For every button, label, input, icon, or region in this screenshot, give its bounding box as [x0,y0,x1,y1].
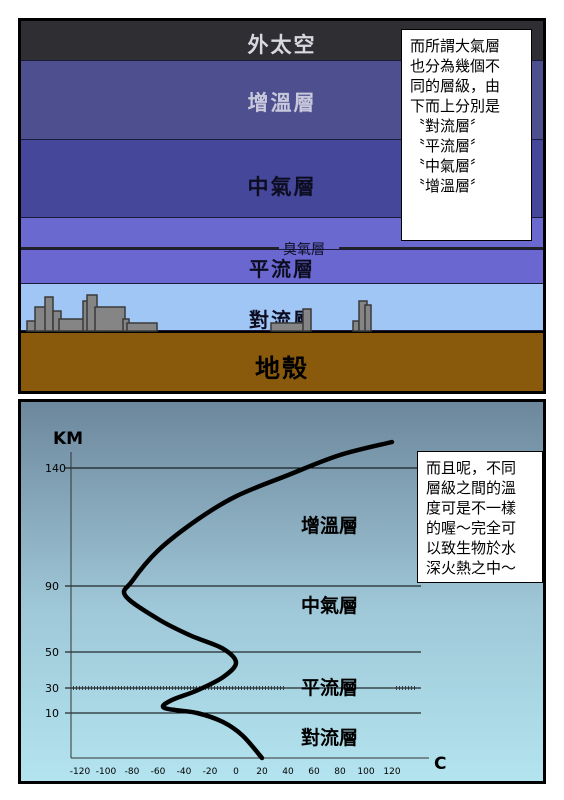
caption-line: 度可是不一樣 [426,499,517,517]
layer-label-mesosphere: 中氣層 [301,594,358,617]
x-tick-label: 120 [383,767,400,777]
x-tick-label: 40 [282,767,294,777]
x-tick-label: 60 [308,767,320,777]
caption-line: 而且呢，不同 [426,459,517,477]
x-tick-label: -100 [96,767,117,777]
caption-line: 同的層級，由 [410,77,501,95]
caption-line: 〝中氣層〞 [410,157,486,175]
layer-label-stratosphere: 平流層 [301,676,358,699]
x-tick-label: -60 [151,767,166,777]
caption-line: 也分為幾個不 [410,57,501,75]
x-tick-label: -20 [203,767,218,777]
caption-line: 下而上分別是 [410,97,501,115]
x-tick-label: 20 [256,767,268,777]
caption-box-layers: 而所謂大氣層 也分為幾個不 同的層級，由 下而上分別是 〝對流層〞 〝平流層〞 … [401,29,532,241]
temperature-altitude-panel: KM C 140 90 50 30 10 -120 -100 -80 -60 -40 -20 0 20 4… [18,399,546,784]
atmosphere-layers-panel: 外太空 增溫層 中氣層 平流層 對流層 地殼 臭氧層 而所謂大氣層 也分為幾個不… [18,18,546,394]
layer-label-troposphere: 對流層 [301,726,358,749]
x-axis-unit-label: C [434,754,446,774]
y-tick-label: 50 [45,646,59,659]
caption-line: 〝增溫層〞 [410,177,486,195]
y-tick-label: 140 [45,462,66,475]
x-tick-label: -40 [177,767,192,777]
x-tick-label: -120 [70,767,91,777]
x-tick-label: -80 [125,767,140,777]
x-tick-label: 100 [357,767,374,777]
caption-line: 深火熱之中～ [426,559,517,577]
y-axis-unit-label: KM [53,429,83,449]
caption-line: 層級之間的溫 [426,479,517,497]
caption-box-temperature: 而且呢，不同 層級之間的溫 度可是不一樣 的喔～完全可 以致生物於水 深火熱之中… [417,451,543,583]
caption-line: 以致生物於水 [426,539,517,557]
caption-line: 〝平流層〞 [410,137,486,155]
caption-line: 而所謂大氣層 [410,37,501,55]
y-tick-label: 30 [45,682,59,695]
x-tick-label: 80 [334,767,346,777]
y-tick-label: 90 [45,580,59,593]
caption-line: 〝對流層〞 [410,117,486,135]
x-tick-label: 0 [233,767,239,777]
caption-line: 的喔～完全可 [426,519,517,537]
layer-label-thermosphere: 增溫層 [301,514,358,537]
y-tick-label: 10 [45,707,59,720]
